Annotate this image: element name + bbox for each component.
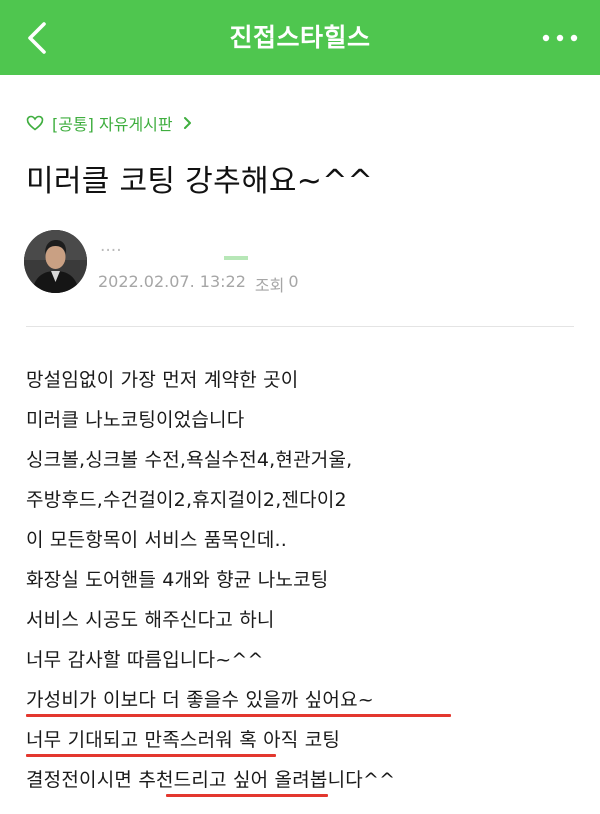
body-line: 주방후드,수건걸이2,휴지걸이2,젠다이2 (26, 489, 347, 511)
body-line: 미러클 나노코팅이었습니다 (26, 409, 245, 431)
highlight-underline (26, 714, 451, 717)
chevron-right-icon (183, 117, 191, 129)
author-badge (224, 256, 248, 260)
body-line: 이 모든항목이 서비스 품목인데.. (26, 529, 288, 551)
post-date: 2022.02.07. 13:22 (98, 272, 246, 291)
body-line: 서비스 시공도 해주신다고 하니 (26, 609, 275, 631)
board-link[interactable]: [공통] 자유게시판 (26, 110, 193, 136)
highlight-underline (26, 754, 276, 757)
author-name[interactable]: .... (100, 246, 122, 258)
body-line: 가성비가 이보다 더 좋을수 있을까 싶어요~ (26, 689, 374, 711)
page-title: 진접스타힐스 (229, 23, 371, 52)
top-app-bar: 진접스타힐스 (0, 0, 600, 75)
highlight-underline (166, 794, 328, 797)
more-horizontal-icon[interactable] (540, 24, 580, 52)
views-count: 0 (288, 272, 299, 291)
avatar[interactable] (24, 230, 87, 293)
heart-outline-icon (26, 115, 44, 131)
divider (26, 326, 574, 327)
board-label: [공통] 자유게시판 (52, 115, 173, 134)
body-line: 너무 기대되고 만족스러워 혹 아직 코팅 (26, 729, 341, 751)
post-title: 미러클 코팅 강추해요~^^ (26, 164, 374, 199)
body-line: 결정전이시면 추천드리고 싶어 올려봅니다^^ (26, 769, 396, 791)
body-line: 망설임없이 가장 먼저 계약한 곳이 (26, 369, 299, 391)
post-meta: 2022.02.07. 13:22 조회 0 (98, 272, 299, 296)
views-label: 조회 (254, 276, 285, 295)
body-line: 화장실 도어핸들 4개와 향균 나노코팅 (26, 569, 329, 591)
body-line: 너무 감사할 따름입니다~^^ (26, 649, 264, 671)
body-line: 싱크볼,싱크볼 수전,욕실수전4,현관거울, (26, 449, 353, 471)
profile-photo (24, 230, 87, 293)
